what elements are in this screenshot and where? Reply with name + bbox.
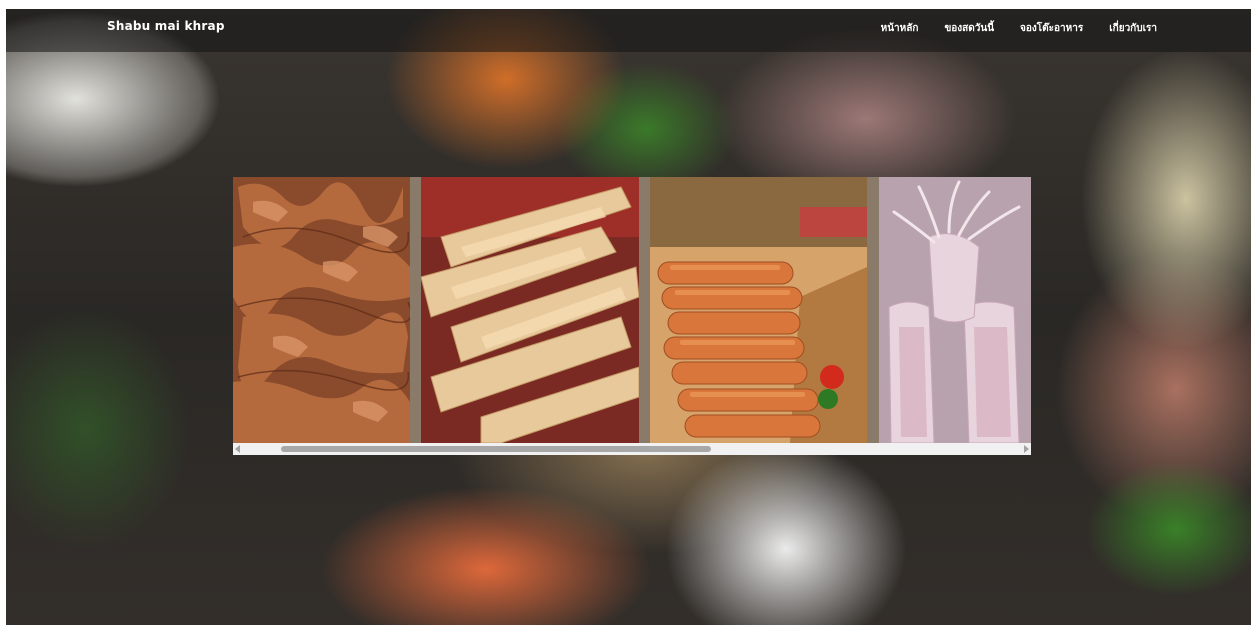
gallery-track[interactable]	[233, 177, 1031, 443]
sausages-photo	[650, 177, 867, 443]
sliced-beef-photo	[233, 177, 410, 443]
nav-link-fresh-today[interactable]: ของสดวันนี้	[944, 21, 994, 36]
dried-squid-photo	[421, 177, 639, 443]
nav-link-home[interactable]: หน้าหลัก	[881, 21, 919, 36]
nav-link-about-us[interactable]: เกี่ยวกับเรา	[1109, 21, 1157, 36]
fresh-squid-photo	[879, 177, 1031, 443]
nav-links: หน้าหลัก ของสดวันนี้ จองโต๊ะอาหาร เกี่ยว…	[881, 21, 1157, 36]
nav-link-reserve-table[interactable]: จองโต๊ะอาหาร	[1020, 21, 1083, 36]
food-gallery	[233, 177, 1031, 455]
scrollbar-thumb[interactable]	[281, 446, 711, 452]
hero-background: Shabu mai khrap หน้าหลัก ของสดวันนี้ จอง…	[6, 9, 1251, 625]
gallery-scrollbar[interactable]	[233, 443, 1031, 455]
navbar: Shabu mai khrap หน้าหลัก ของสดวันนี้ จอง…	[6, 9, 1251, 52]
scroll-right-arrow-icon[interactable]	[1024, 445, 1029, 453]
brand-logo-text[interactable]: Shabu mai khrap	[107, 19, 225, 33]
scroll-left-arrow-icon[interactable]	[235, 445, 240, 453]
